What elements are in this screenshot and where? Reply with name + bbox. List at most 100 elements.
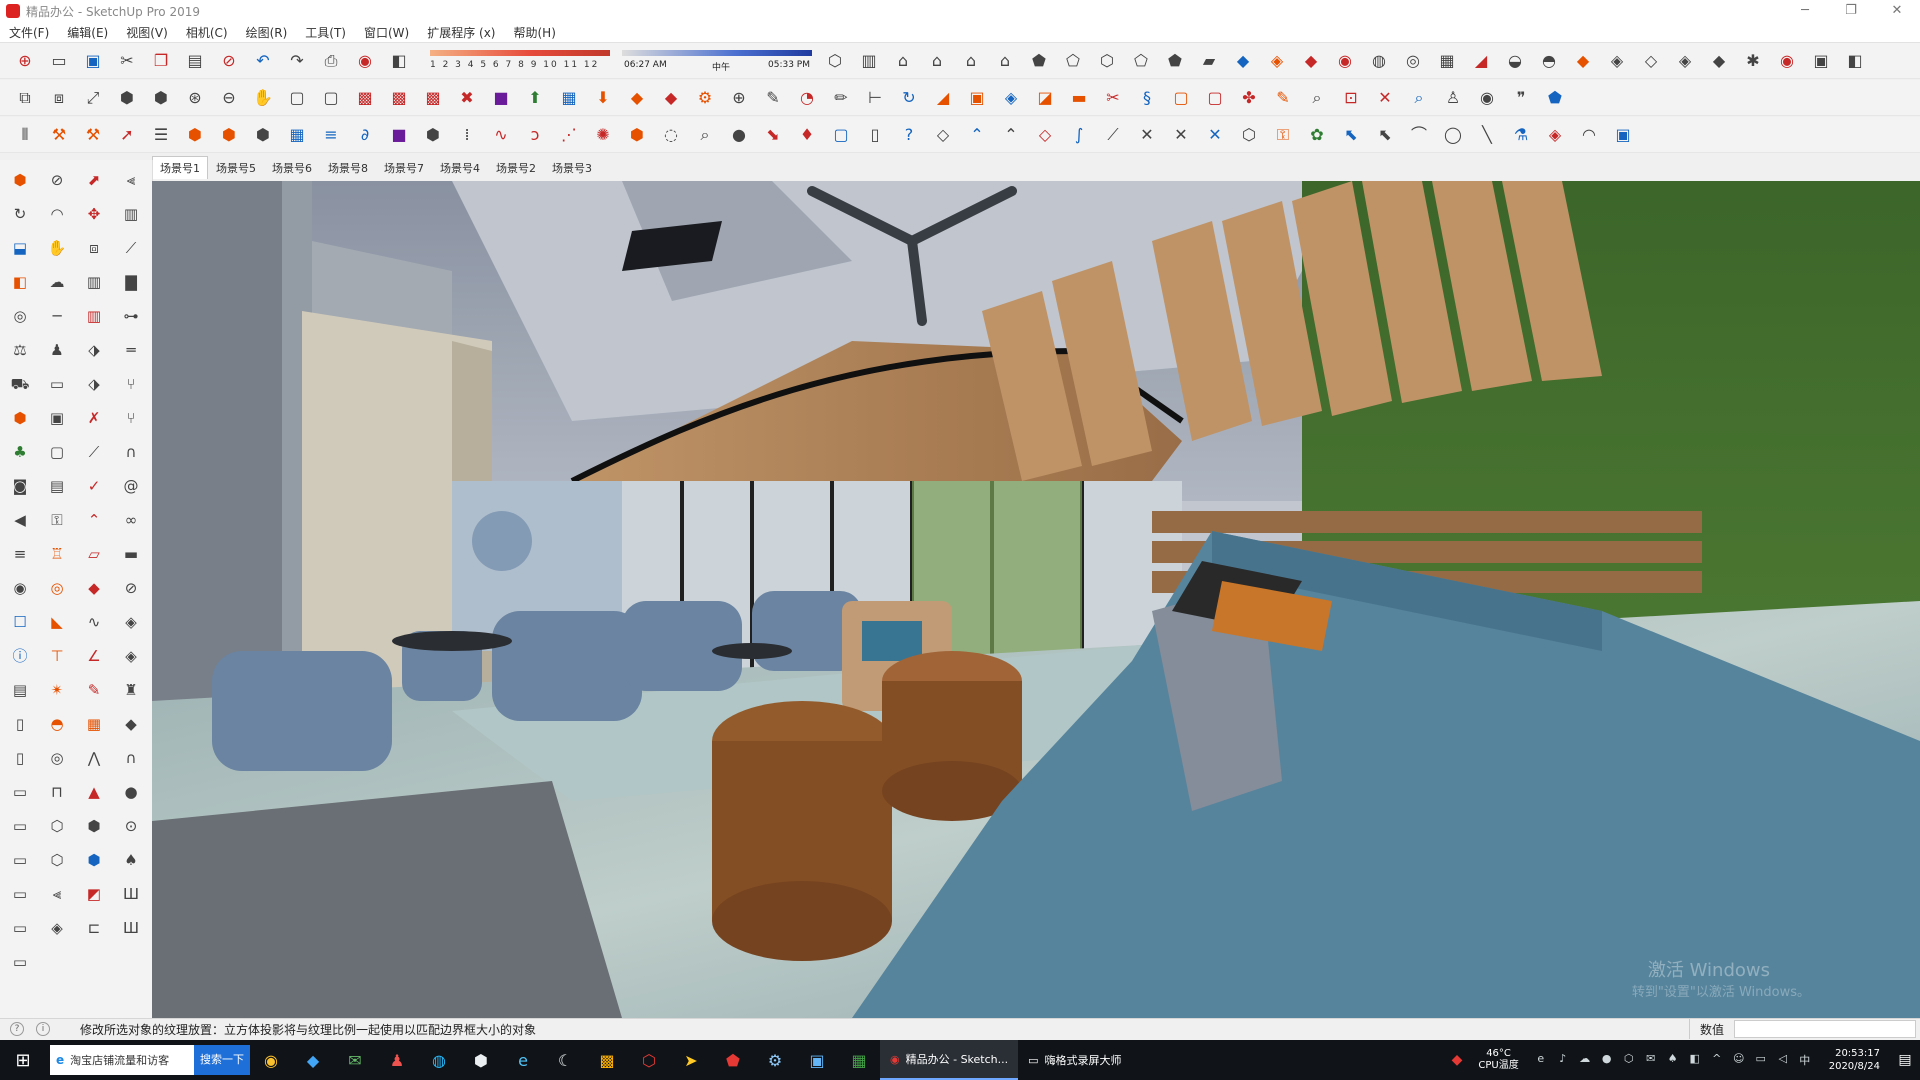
brick-icon[interactable]: ▦ (82, 712, 106, 736)
leaf-icon[interactable]: ✿ (1304, 122, 1330, 148)
open-folder-icon[interactable]: ▭ (46, 48, 72, 74)
cloud-icon[interactable]: ☁ (45, 270, 69, 294)
slash-tool-icon[interactable]: ⟋ (82, 440, 106, 464)
geo-location-icon[interactable]: ⬢ (8, 168, 32, 192)
dome-icon[interactable]: ◓ (45, 712, 69, 736)
hammer-1-icon[interactable]: ⚒ (46, 122, 72, 148)
scissors-icon[interactable]: ✂ (1100, 85, 1126, 111)
pencil-icon[interactable]: ✏ (828, 85, 854, 111)
crosshair-icon[interactable]: ⊕ (726, 85, 752, 111)
triangle-tool-icon[interactable]: ◣ (45, 610, 69, 634)
redo-icon[interactable]: ↷ (284, 48, 310, 74)
taskbar-search[interactable]: e 淘宝店铺流量和访客 搜索一下 (50, 1045, 250, 1075)
geo-status-icon[interactable]: ? (10, 1022, 24, 1036)
tag-icon[interactable]: ◈ (45, 916, 69, 940)
image-icon[interactable]: ▤ (45, 474, 69, 498)
shape-blue-icon[interactable]: ◈ (998, 85, 1024, 111)
box-outline-icon[interactable]: ⬡ (45, 814, 69, 838)
cylinder-icon[interactable]: ▯ (862, 122, 888, 148)
refresh-icon[interactable]: ↻ (8, 202, 32, 226)
plugin-g-icon[interactable]: ◆ (1706, 48, 1732, 74)
measurements-input[interactable] (1734, 1020, 1916, 1038)
doc-2-icon[interactable]: ▯ (8, 746, 32, 770)
top-view-icon[interactable]: ▥ (856, 48, 882, 74)
tray-app-icon[interactable]: ◆ (1452, 1052, 1463, 1068)
menu-view[interactable]: 视图(V) (117, 24, 177, 41)
model-info-icon[interactable]: ◉ (352, 48, 378, 74)
xray-style-icon[interactable]: ⬟ (1026, 48, 1052, 74)
box-orange-icon[interactable]: ▣ (964, 85, 990, 111)
speaker-icon[interactable]: ◀ (8, 508, 32, 532)
push-pull-icon[interactable]: ⬈ (82, 168, 106, 192)
dots-curve-icon[interactable]: ⁞ (454, 122, 480, 148)
home-view-icon[interactable]: ⌂ (890, 48, 916, 74)
slash-1-icon[interactable]: ⟋ (1100, 122, 1126, 148)
photo-camera-icon[interactable]: ◙ (8, 474, 32, 498)
menu-edit[interactable]: 编辑(E) (58, 24, 117, 41)
app-settings-icon[interactable]: ⚙ (754, 1040, 796, 1080)
lock-icon[interactable]: ⚿ (1270, 122, 1296, 148)
block-icon[interactable]: ▬ (119, 542, 143, 566)
minimize-button[interactable]: ─ (1782, 0, 1828, 22)
rectangle-1-icon[interactable]: ▢ (284, 85, 310, 111)
app-cube-icon[interactable]: ⬢ (460, 1040, 502, 1080)
hex-icon[interactable]: ⬢ (420, 122, 446, 148)
branch-icon[interactable]: ⑂ (119, 372, 143, 396)
save-icon[interactable]: ▣ (80, 48, 106, 74)
s-curve-icon[interactable]: ∫ (1066, 122, 1092, 148)
fence-icon[interactable]: ▥ (82, 304, 106, 328)
app-globe-icon[interactable]: ◍ (418, 1040, 460, 1080)
offset-icon[interactable]: ⧈ (82, 236, 106, 260)
frame-icon[interactable]: ▢ (45, 440, 69, 464)
plugin-b-icon[interactable]: ◓ (1536, 48, 1562, 74)
sphere-icon[interactable]: ⊛ (182, 85, 208, 111)
look-around-icon[interactable]: ◉ (1474, 85, 1500, 111)
red-cube-icon[interactable]: ⬢ (624, 122, 650, 148)
color-picker-icon[interactable]: ■ (386, 122, 412, 148)
doc-6-icon[interactable]: ▭ (8, 882, 32, 906)
cube-blue-icon[interactable]: ⬢ (82, 848, 106, 872)
hidden-line-style-icon[interactable]: ⬡ (1094, 48, 1120, 74)
chart-bars-icon[interactable]: ▇ (119, 270, 143, 294)
plank-2-icon[interactable]: ⬗ (82, 372, 106, 396)
layers-stack-icon[interactable]: ◈ (119, 610, 143, 634)
yellow-box-1-icon[interactable]: ⬢ (182, 122, 208, 148)
cut-icon[interactable]: ✂ (114, 48, 140, 74)
fps-icon[interactable]: ≡ (318, 122, 344, 148)
fog-icon[interactable]: ▦ (1434, 48, 1460, 74)
close-button[interactable]: ✕ (1874, 0, 1920, 22)
figure-tool-icon[interactable]: ♜ (119, 678, 143, 702)
app-security-icon[interactable]: ⬟ (712, 1040, 754, 1080)
map-icon[interactable]: ▤ (8, 678, 32, 702)
plugin-a-icon[interactable]: ◒ (1502, 48, 1528, 74)
red-box-3-icon[interactable]: ▩ (420, 85, 446, 111)
circle-dot-icon[interactable]: ◎ (45, 746, 69, 770)
bars-icon[interactable]: ▥ (82, 270, 106, 294)
textured-style-icon[interactable]: ⬟ (1162, 48, 1188, 74)
red-arrow-icon[interactable]: ➚ (114, 122, 140, 148)
download-icon[interactable]: ⬇ (590, 85, 616, 111)
blocks-icon[interactable]: ◆ (119, 712, 143, 736)
doc-8-icon[interactable]: ▭ (8, 950, 32, 974)
orange-square-2-icon[interactable]: ▢ (1202, 85, 1228, 111)
tray-chevron-icon[interactable]: ^ (1709, 1052, 1725, 1068)
erase-delete-icon[interactable]: ⊘ (216, 48, 242, 74)
layers-stack-2-icon[interactable]: ◈ (119, 644, 143, 668)
sliders-icon[interactable]: ≡ (8, 542, 32, 566)
dots-icon[interactable]: ⋰ (556, 122, 582, 148)
double-line-icon[interactable]: ═ (119, 338, 143, 362)
make-component-icon[interactable]: ⧈ (46, 85, 72, 111)
ring-tool-icon[interactable]: ◯ (1440, 122, 1466, 148)
yellow-box-2-icon[interactable]: ⬢ (216, 122, 242, 148)
tray-wechat-icon[interactable]: ✉ (1643, 1052, 1659, 1068)
menu-tools[interactable]: 工具(T) (296, 24, 355, 41)
car-icon[interactable]: ⛟ (8, 372, 32, 396)
new-file-icon[interactable]: ⊕ (12, 48, 38, 74)
monochrome-style-icon[interactable]: ▰ (1196, 48, 1222, 74)
position-camera-icon[interactable]: ♙ (1440, 85, 1466, 111)
red-figure-icon[interactable]: ♦ (794, 122, 820, 148)
box-view-1-icon[interactable]: ⬢ (114, 85, 140, 111)
menu-window[interactable]: 窗口(W) (355, 24, 418, 41)
rectangle-2-icon[interactable]: ▢ (318, 85, 344, 111)
hook-icon[interactable]: ↄ (522, 122, 548, 148)
